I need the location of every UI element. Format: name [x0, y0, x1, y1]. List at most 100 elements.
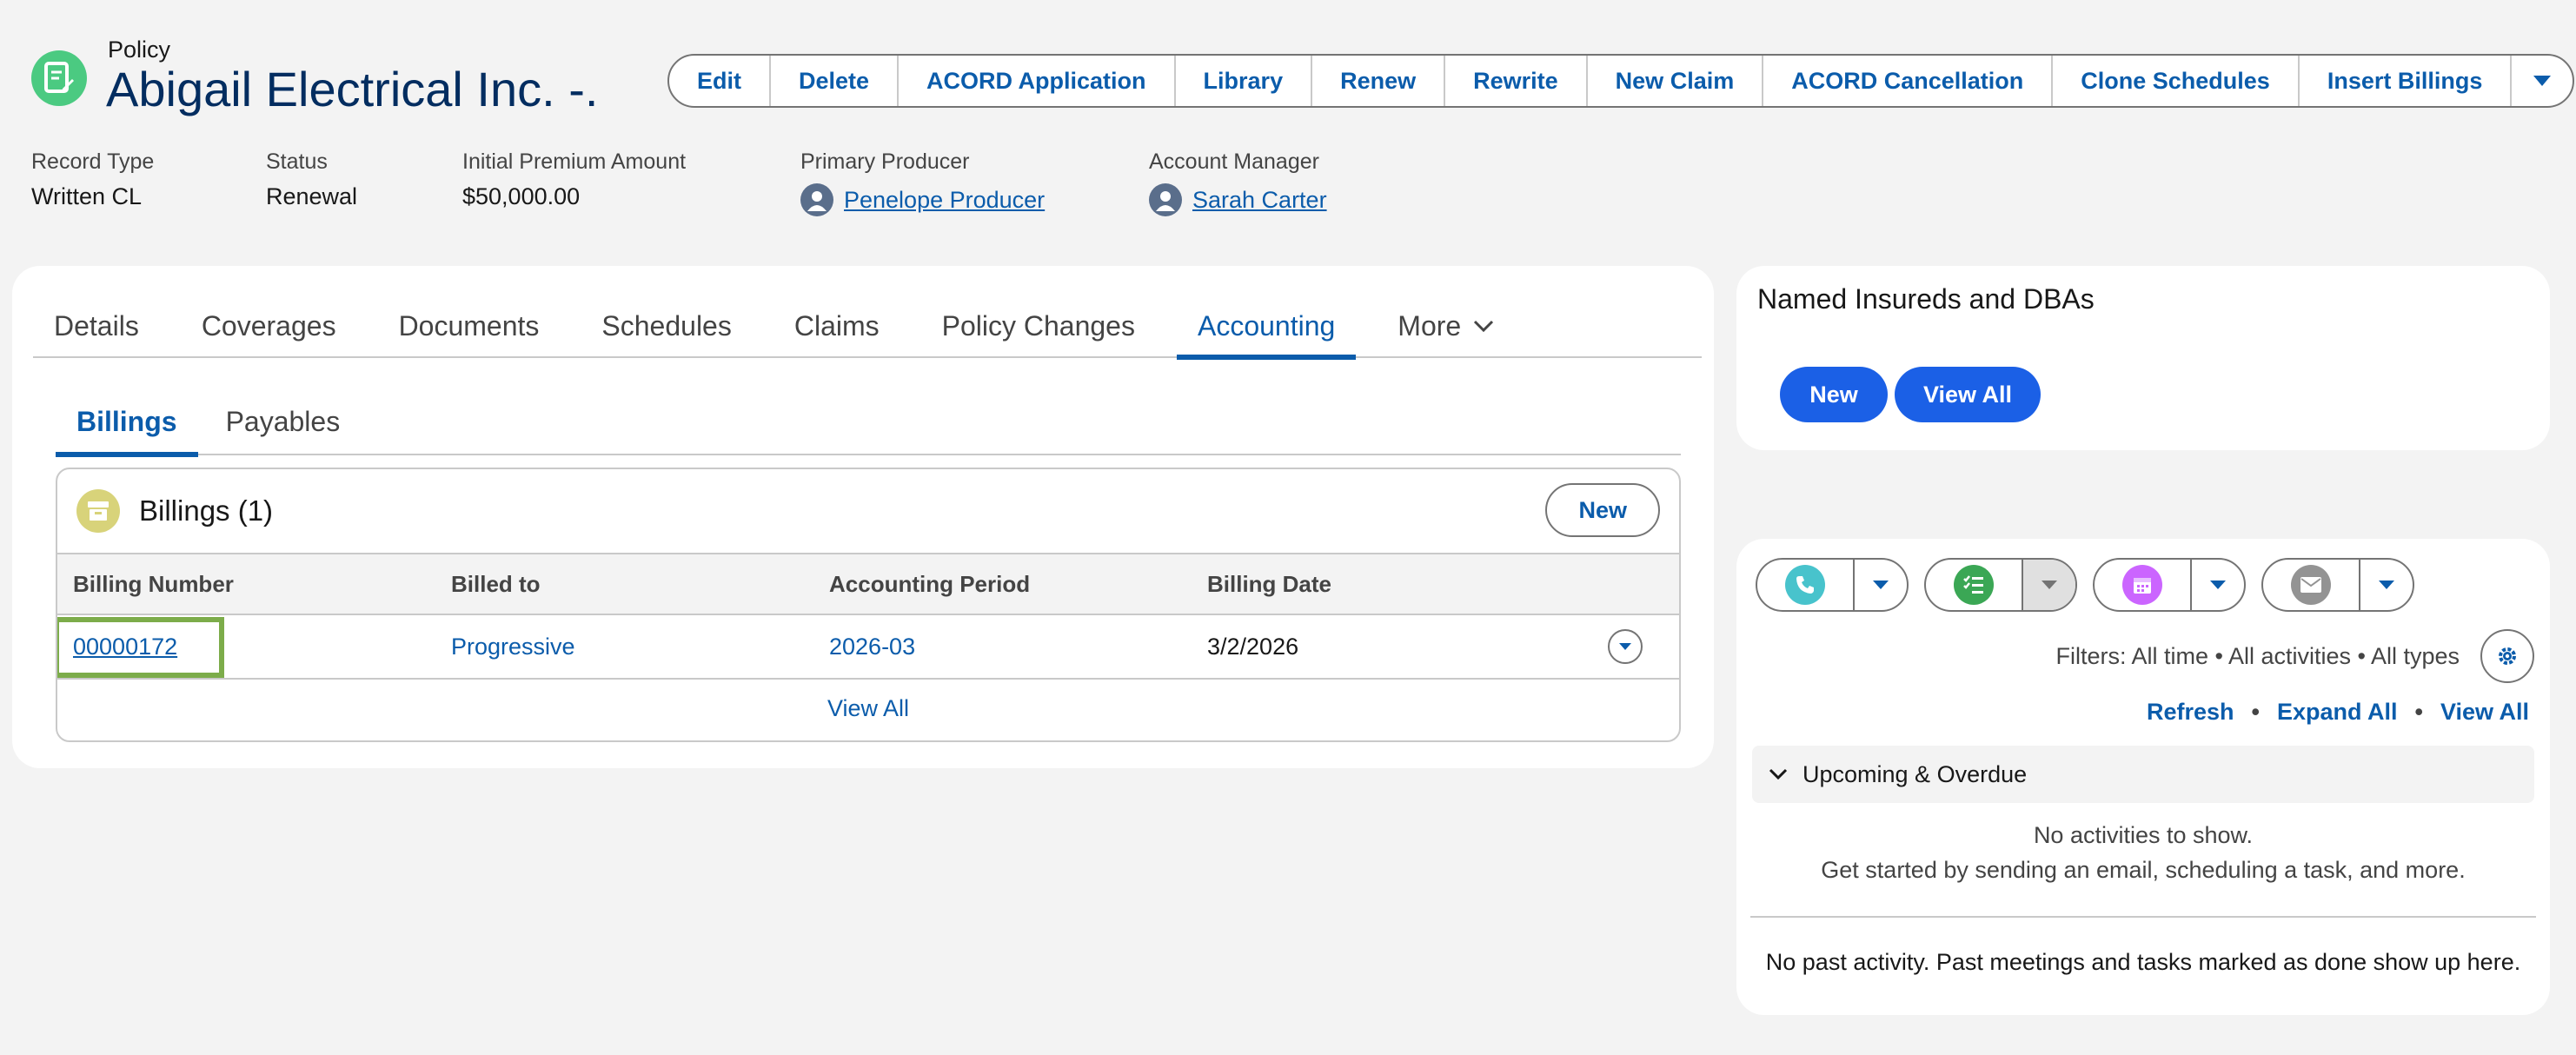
premium-label: Initial Premium Amount — [462, 149, 687, 174]
billings-table: Billing Number Billed to Accounting Peri… — [57, 553, 1679, 680]
highlight-status: Status Renewal — [266, 149, 357, 210]
status-value: Renewal — [266, 183, 358, 209]
rewrite-button[interactable]: Rewrite — [1445, 56, 1588, 106]
divider — [1750, 916, 2536, 918]
tab-accounting[interactable]: Accounting — [1176, 294, 1357, 360]
chevron-down-icon — [1474, 320, 1494, 333]
chevron-down-icon — [2533, 76, 2552, 86]
view-all-named-insureds-button[interactable]: View All — [1895, 367, 2041, 422]
producer-value-wrap: Penelope Producer — [800, 183, 1045, 216]
period-link[interactable]: 2026-03 — [829, 634, 915, 660]
activity-view-all-link[interactable]: View All — [2440, 699, 2529, 726]
producer-link[interactable]: Penelope Producer — [844, 187, 1045, 214]
billed-to-link[interactable]: Progressive — [451, 634, 575, 660]
task-list-icon — [1954, 565, 1994, 605]
record-header: Policy Abigail Electrical Inc. -... Edit… — [0, 0, 2576, 252]
new-event-dropdown[interactable] — [2192, 560, 2244, 610]
calendar-icon — [2122, 565, 2162, 605]
col-billing-number[interactable]: Billing Number — [57, 553, 435, 615]
new-task-dropdown[interactable] — [2023, 560, 2075, 610]
billings-list-title: Billings (1) — [139, 494, 274, 527]
highlight-premium: Initial Premium Amount $50,000.00 — [462, 149, 686, 210]
new-task-button[interactable] — [1926, 560, 2023, 610]
log-call-button[interactable] — [1757, 560, 1855, 610]
email-dropdown[interactable] — [2360, 560, 2413, 610]
manager-link[interactable]: Sarah Carter — [1192, 187, 1327, 214]
tab-coverages[interactable]: Coverages — [181, 294, 357, 358]
tab-policy-changes[interactable]: Policy Changes — [921, 294, 1156, 358]
row-action-cell — [1592, 614, 1679, 680]
insert-billings-button[interactable]: Insert Billings — [2300, 56, 2513, 106]
new-event-button[interactable] — [2095, 560, 2192, 610]
status-label: Status — [266, 149, 328, 174]
acord-application-button[interactable]: ACORD Application — [899, 56, 1176, 106]
manager-label: Account Manager — [1149, 149, 1319, 174]
tab-schedules[interactable]: Schedules — [581, 294, 752, 358]
record-type-label: Record Type — [31, 149, 155, 174]
period-cell: 2026-03 — [813, 614, 1192, 680]
library-button[interactable]: Library — [1176, 56, 1313, 106]
renew-button[interactable]: Renew — [1312, 56, 1446, 106]
billing-archive-icon — [76, 489, 120, 533]
billings-list-header: Billings (1) New — [57, 469, 1679, 553]
col-accounting-period[interactable]: Accounting Period — [813, 553, 1192, 615]
chevron-down-icon — [2379, 581, 2394, 589]
subtab-payables[interactable]: Payables — [205, 388, 362, 455]
tab-details[interactable]: Details — [33, 294, 160, 358]
phone-icon — [1785, 565, 1825, 605]
activity-links: Refresh • Expand All • View All — [2147, 699, 2529, 726]
log-call-dropdown[interactable] — [1855, 560, 1907, 610]
delete-button[interactable]: Delete — [771, 56, 900, 106]
activity-settings-button[interactable] — [2480, 629, 2534, 683]
new-billing-button[interactable]: New — [1545, 483, 1660, 537]
tab-claims[interactable]: Claims — [773, 294, 900, 358]
subtab-billings[interactable]: Billings — [56, 388, 198, 457]
action-button-group: Edit Delete ACORD Application Library Re… — [667, 54, 2575, 108]
clone-schedules-button[interactable]: Clone Schedules — [2053, 56, 2300, 106]
col-billing-date[interactable]: Billing Date — [1192, 553, 1592, 615]
highlight-manager: Account Manager Sarah Carter — [1149, 149, 1327, 216]
billings-view-all-link[interactable]: View All — [827, 695, 909, 721]
row-actions-button[interactable] — [1608, 629, 1643, 664]
named-insureds-title: Named Insureds and DBAs — [1757, 283, 2095, 315]
user-avatar-icon — [800, 183, 833, 216]
record-title: Abigail Electrical Inc. -... — [106, 62, 601, 116]
expand-all-link[interactable]: Expand All — [2277, 699, 2398, 726]
billed-to-cell: Progressive — [435, 614, 813, 680]
activity-filters-text: Filters: All time • All activities • All… — [2055, 643, 2460, 669]
upcoming-overdue-section[interactable]: Upcoming & Overdue — [1752, 746, 2534, 803]
edit-button[interactable]: Edit — [669, 56, 771, 106]
billing-number-cell: 00000172 — [57, 614, 435, 680]
manager-value-wrap: Sarah Carter — [1149, 183, 1327, 216]
billings-related-list: Billings (1) New Billing Number Billed t… — [56, 468, 1681, 742]
col-billed-to[interactable]: Billed to — [435, 553, 813, 615]
billings-view-all-wrap: View All — [57, 680, 1679, 722]
table-header-row: Billing Number Billed to Accounting Peri… — [57, 553, 1679, 615]
new-claim-button[interactable]: New Claim — [1588, 56, 1764, 106]
log-call-group — [1756, 558, 1909, 612]
new-event-group — [2093, 558, 2246, 612]
new-named-insured-button[interactable]: New — [1780, 367, 1888, 422]
record-type-value: Written CL — [31, 183, 143, 209]
table-row: 00000172 Progressive 2026-03 3/2/2026 — [57, 614, 1679, 680]
premium-value: $50,000.00 — [462, 183, 581, 209]
tab-documents[interactable]: Documents — [378, 294, 561, 358]
upcoming-overdue-label: Upcoming & Overdue — [1803, 760, 2028, 787]
policy-icon — [31, 50, 87, 106]
gear-icon — [2499, 647, 2516, 665]
more-actions-button[interactable] — [2512, 56, 2573, 106]
record-tabs: Details Coverages Documents Schedules Cl… — [33, 294, 1702, 360]
chevron-down-icon — [2210, 581, 2226, 589]
object-type-label: Policy — [108, 36, 171, 63]
billing-number-link[interactable]: 00000172 — [73, 634, 177, 660]
refresh-link[interactable]: Refresh — [2147, 699, 2234, 726]
new-task-group — [1924, 558, 2077, 612]
acord-cancellation-button[interactable]: ACORD Cancellation — [1763, 56, 2054, 106]
tab-more[interactable]: More — [1377, 294, 1515, 358]
user-avatar-icon — [1149, 183, 1182, 216]
col-actions — [1592, 553, 1679, 615]
no-past-activity-text: No past activity. Past meetings and task… — [1765, 949, 2521, 975]
email-button[interactable] — [2263, 560, 2360, 610]
chevron-down-icon — [2042, 581, 2057, 589]
email-group — [2261, 558, 2414, 612]
